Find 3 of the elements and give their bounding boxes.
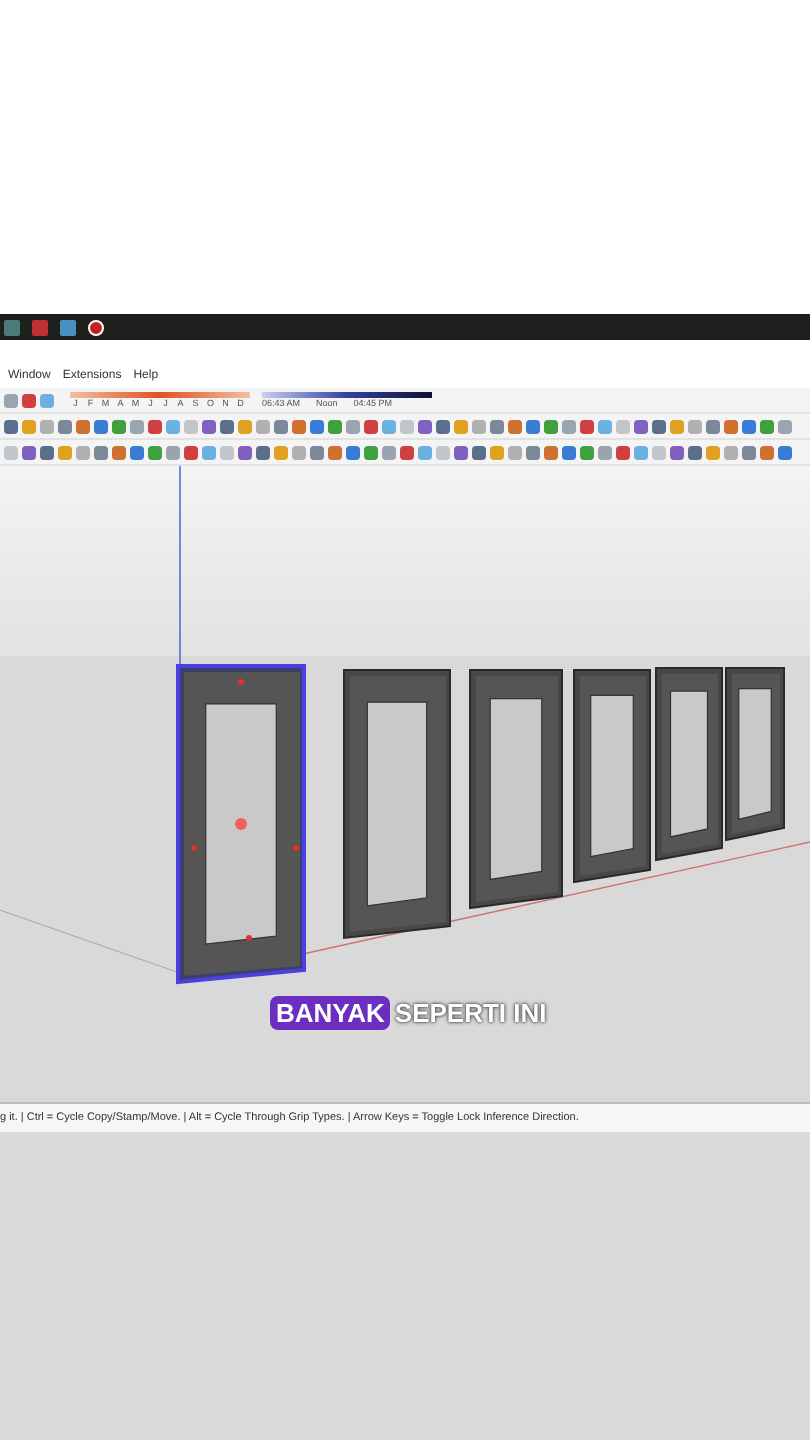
caption-text: SEPERTI INI	[394, 998, 547, 1028]
caption-highlight: BANYAK	[270, 996, 391, 1030]
record-icon[interactable]	[88, 319, 104, 335]
